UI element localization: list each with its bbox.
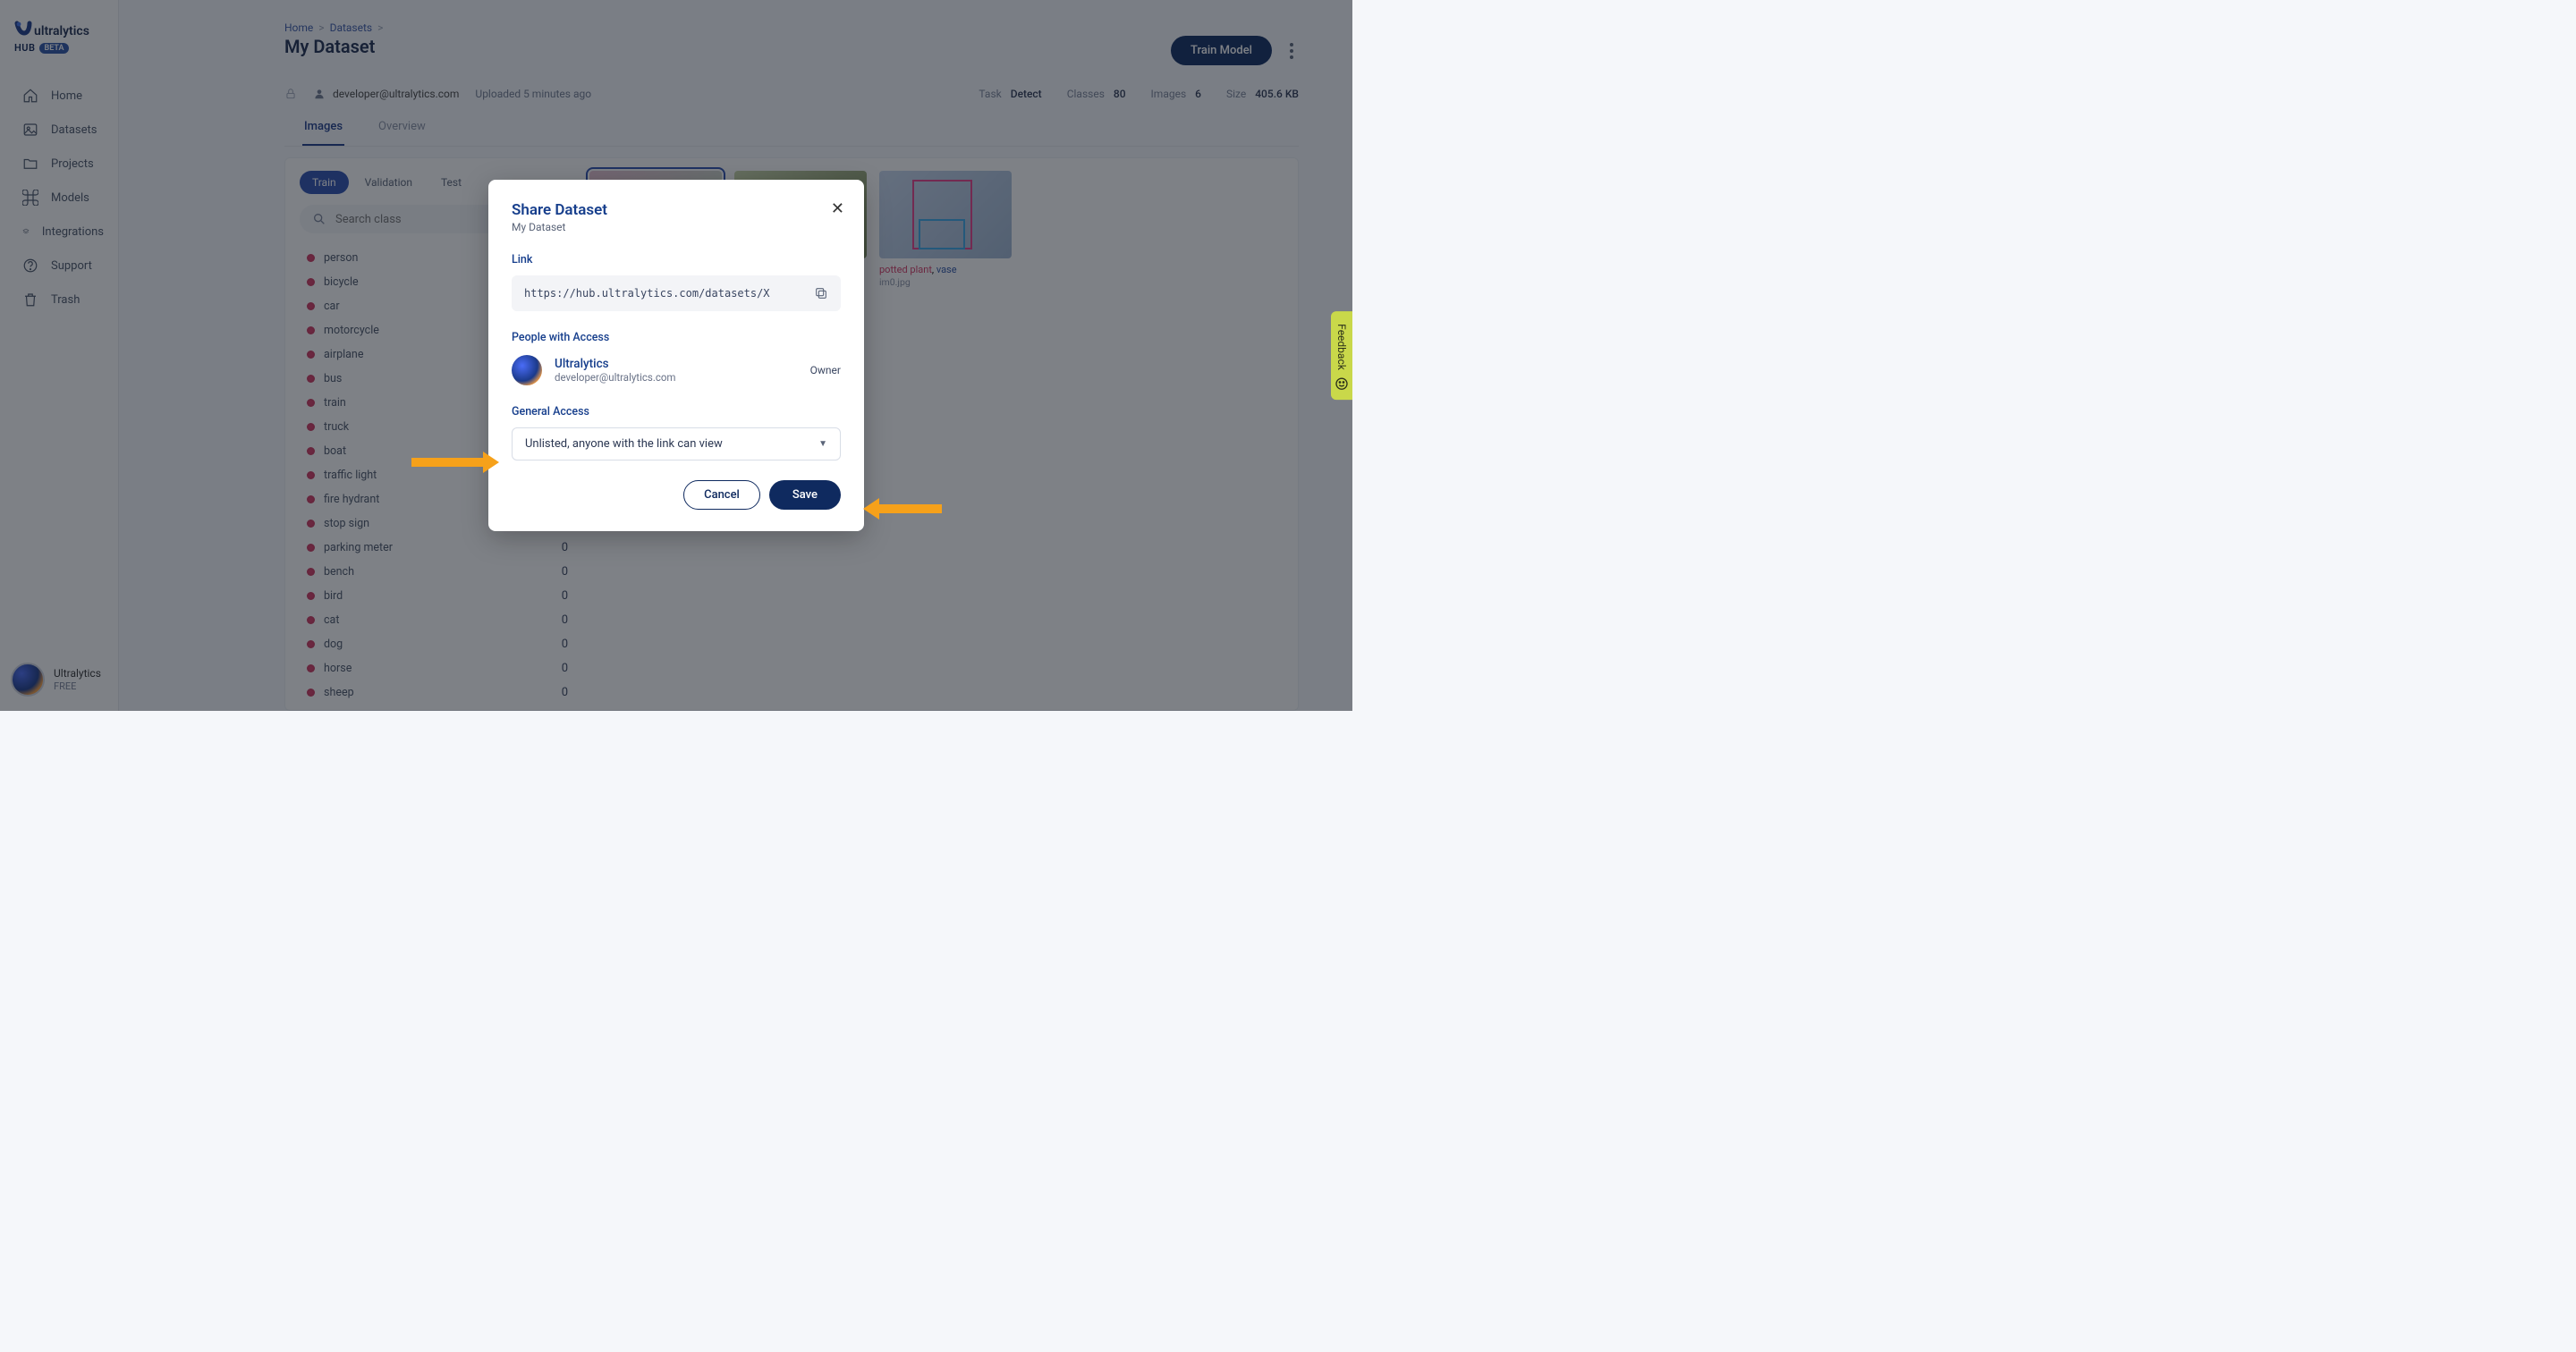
link-section-label: Link (512, 253, 841, 266)
feedback-tab[interactable]: Feedback (1331, 311, 1352, 401)
close-icon[interactable]: ✕ (831, 199, 844, 218)
share-dataset-modal: ✕ Share Dataset My Dataset Link https://… (488, 180, 864, 531)
org-avatar (512, 355, 542, 385)
copy-icon[interactable] (814, 286, 828, 300)
share-link-box: https://hub.ultralytics.com/datasets/X (512, 275, 841, 311)
access-row: Ultralytics developer@ultralytics.com Ow… (512, 355, 841, 385)
cancel-button[interactable]: Cancel (683, 480, 760, 510)
org-name: Ultralytics (555, 357, 798, 371)
access-section-label: People with Access (512, 331, 841, 344)
access-role: Owner (810, 364, 841, 376)
save-button[interactable]: Save (769, 480, 841, 510)
modal-title: Share Dataset (512, 201, 841, 219)
modal-subtitle: My Dataset (512, 221, 841, 233)
share-link-value: https://hub.ultralytics.com/datasets/X (524, 287, 770, 300)
chevron-down-icon: ▼ (818, 439, 827, 449)
general-access-label: General Access (512, 405, 841, 418)
select-value: Unlisted, anyone with the link can view (525, 437, 723, 451)
general-access-select[interactable]: Unlisted, anyone with the link can view … (512, 427, 841, 461)
org-email: developer@ultralytics.com (555, 371, 798, 384)
modal-overlay[interactable]: ✕ Share Dataset My Dataset Link https://… (0, 0, 1352, 711)
smile-icon (1335, 376, 1349, 391)
